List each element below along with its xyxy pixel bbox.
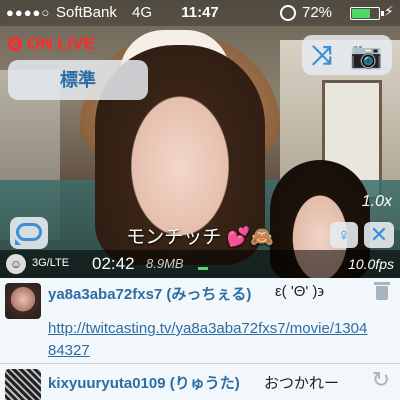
microphone-button[interactable]: ♀ xyxy=(330,222,358,248)
on-live-label: ON LIVE xyxy=(27,34,96,53)
close-button[interactable]: ✕ xyxy=(364,222,394,248)
charging-bolt-icon: ⚡ xyxy=(384,3,394,19)
data-size: 8.9MB xyxy=(146,256,184,271)
microphone-icon: ♀ xyxy=(337,225,351,245)
quality-button[interactable]: 標準 xyxy=(8,60,148,100)
avatar[interactable] xyxy=(5,369,41,400)
title-emoji: 💕🙈 xyxy=(226,227,274,248)
battery-fill xyxy=(352,9,370,18)
status-bar: ●●●●○ SoftBank 4G 11:47 72% ⚡ xyxy=(0,0,400,26)
connection-type: 3G/LTE xyxy=(32,257,70,269)
stats-bar: ☺ 3G/LTE 02:42 8.9MB 10.0fps xyxy=(0,250,400,278)
rotation-lock-icon xyxy=(280,5,296,21)
comment-link[interactable]: http://twitcasting.tv/ya8a3aba72fxs7/mov… xyxy=(48,318,368,362)
network-quality-icon: ☺ xyxy=(6,254,26,274)
shuffle-icon[interactable]: ⤨ xyxy=(311,42,332,68)
comment-username[interactable]: kixyuuryuta0109 (りゅうた) xyxy=(48,372,240,393)
battery-percentage: 72% xyxy=(302,4,333,21)
trash-icon[interactable] xyxy=(374,282,390,300)
reply-icon[interactable]: ↻ xyxy=(372,367,390,393)
frame-rate: 10.0fps xyxy=(348,256,394,272)
comment-item[interactable]: kixyuuryuta0109 (りゅうた) おつかれー ↻ xyxy=(0,365,400,400)
audio-level-meter xyxy=(198,267,208,270)
comment-text: ε( 'Θ' )϶ xyxy=(275,283,325,300)
zoom-level: 1.0x xyxy=(361,193,392,210)
avatar[interactable] xyxy=(5,283,41,319)
record-dot-icon xyxy=(8,37,22,51)
comment-username[interactable]: ya8a3aba72fxs7 (みっちぇる) xyxy=(48,283,251,304)
comment-item[interactable]: ya8a3aba72fxs7 (みっちぇる) ε( 'Θ' )϶ http://… xyxy=(0,278,400,364)
battery-icon xyxy=(350,7,380,20)
elapsed-time: 02:42 xyxy=(92,254,135,273)
trash-can xyxy=(376,286,388,300)
comment-text: おつかれー xyxy=(264,375,340,392)
camera-controls: ⤨ 📷 xyxy=(302,35,392,75)
broadcast-title-text: モンチッチ xyxy=(126,227,222,248)
close-icon: ✕ xyxy=(369,222,389,247)
on-live-indicator: ON LIVE xyxy=(8,34,95,54)
trash-lid xyxy=(374,282,390,285)
camera-switch-icon[interactable]: 📷 xyxy=(350,42,382,68)
comment-list[interactable]: ya8a3aba72fxs7 (みっちぇる) ε( 'Θ' )϶ http://… xyxy=(0,278,400,400)
clock: 11:47 xyxy=(181,4,219,21)
